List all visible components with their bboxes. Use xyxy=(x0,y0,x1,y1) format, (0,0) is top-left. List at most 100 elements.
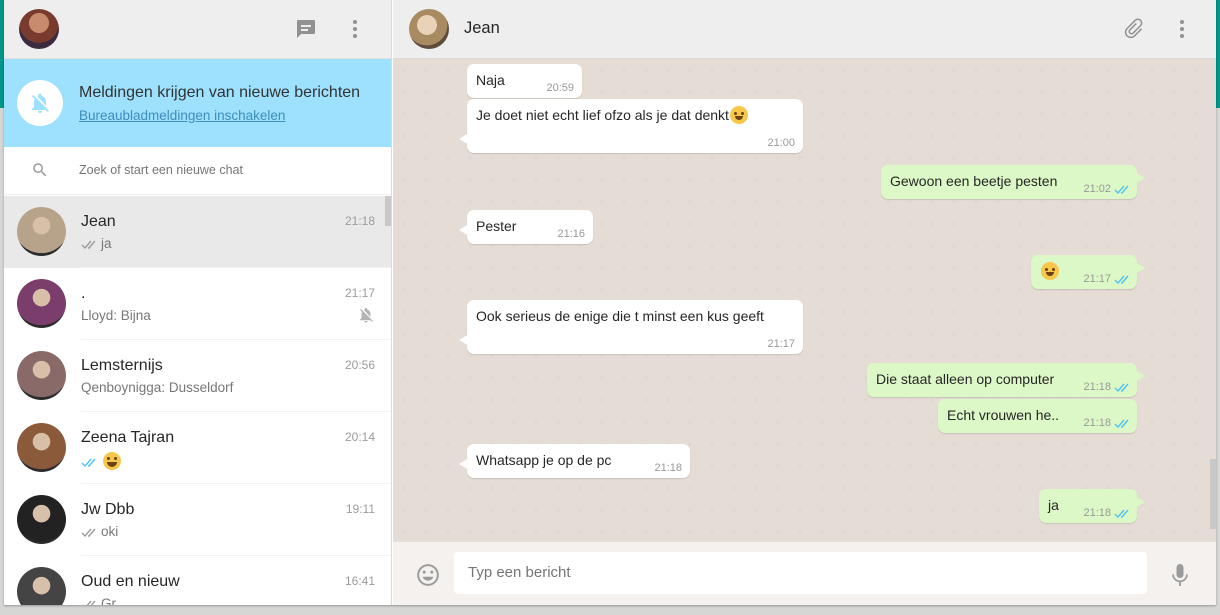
outgoing-message[interactable]: ja 21:18 xyxy=(1039,489,1145,523)
chat-list-item[interactable]: Jw Dbb 19:11 oki xyxy=(4,484,391,556)
grinning-emoji-icon xyxy=(729,105,748,124)
incoming-message[interactable]: Naja 20:59 xyxy=(467,64,582,98)
message-text: Je doet niet echt lief ofzo als je dat d… xyxy=(476,107,729,123)
chat-name: Oud en nieuw xyxy=(81,573,180,590)
double-check-icon xyxy=(81,456,99,467)
double-check-icon xyxy=(81,526,99,538)
contact-avatar[interactable] xyxy=(409,9,449,49)
read-receipt-icon xyxy=(1114,184,1129,195)
message-text: Pester xyxy=(476,218,517,234)
message-time: 21:00 xyxy=(767,137,795,149)
message-text: Echt vrouwen he.. xyxy=(947,407,1060,423)
chat-preview: Lloyd: Bijna xyxy=(81,308,151,323)
contact-name[interactable]: Jean xyxy=(464,19,500,38)
read-receipt-icon xyxy=(1114,274,1129,285)
conversation-header[interactable]: Jean xyxy=(393,0,1216,59)
chat-name: Lemsternijs xyxy=(81,357,163,374)
chat-list-item[interactable]: Oud en nieuw 16:41 Gr xyxy=(4,556,391,605)
outgoing-message[interactable]: 21:17 xyxy=(1031,255,1145,289)
incoming-message[interactable]: Ook serieus de enige die t minst een kus… xyxy=(459,300,803,354)
message-input[interactable] xyxy=(468,564,1128,581)
chat-preview: ja xyxy=(81,236,112,251)
chat-avatar[interactable] xyxy=(17,279,66,328)
menu-icon[interactable] xyxy=(343,17,367,41)
chat-time: 20:14 xyxy=(344,430,375,444)
chat-name: . xyxy=(81,285,86,302)
message-time: 21:16 xyxy=(557,228,585,240)
chat-preview: Qenboynigga: Dusseldorf xyxy=(81,380,233,395)
read-receipt-icon xyxy=(1114,508,1129,519)
paperclip-icon[interactable] xyxy=(1122,17,1146,41)
chat-name: Jw Dbb xyxy=(81,501,135,518)
chat-avatar[interactable] xyxy=(17,567,66,605)
chat-time: 19:11 xyxy=(345,502,375,516)
chat-preview xyxy=(81,452,121,470)
kissing-emoji-icon xyxy=(1041,261,1059,280)
chat-preview-text: ja xyxy=(101,236,112,251)
outgoing-message[interactable]: Echt vrouwen he.. 21:18 xyxy=(938,399,1137,433)
message-text: Naja xyxy=(476,72,505,88)
bell-off-icon xyxy=(17,80,63,126)
chat-preview-text: oki xyxy=(101,524,119,539)
enable-desktop-notifications-link[interactable]: Bureaubladmeldingen inschakelen xyxy=(79,108,285,123)
search-icon xyxy=(31,161,49,179)
message-time: 21:18 xyxy=(1083,507,1111,519)
message-meta: 21:18 xyxy=(1083,417,1129,429)
composer xyxy=(393,541,1216,605)
message-input-wrapper[interactable] xyxy=(454,552,1147,594)
chat-preview-text: Lloyd: Bijna xyxy=(81,308,151,323)
chat-list-item[interactable]: Jean 21:18 ja xyxy=(4,196,391,268)
conversation-menu-icon[interactable] xyxy=(1170,17,1194,41)
conversation-panel: Jean Naja 20:59 Je doet niet echt lief ofz… xyxy=(393,0,1216,605)
message-meta: 21:18 xyxy=(1083,507,1129,519)
chat-preview: oki xyxy=(81,524,118,539)
incoming-message[interactable]: Whatsapp je op de pc 21:18 xyxy=(459,444,690,478)
chat-time: 21:18 xyxy=(344,214,375,228)
chat-time: 20:56 xyxy=(344,358,375,372)
incoming-message[interactable]: Pester 21:16 xyxy=(459,210,593,244)
read-receipt-icon xyxy=(1114,382,1129,393)
message-text: Die staat alleen op computer xyxy=(876,371,1055,387)
chat-list: Jean 21:18 ja. 21:17 Lloyd: Bijna Lemsternijs… xyxy=(4,196,391,605)
chat-preview-text: Gr xyxy=(101,596,116,605)
chat-preview: Gr xyxy=(81,596,116,605)
chat-avatar[interactable] xyxy=(17,495,66,544)
new-chat-icon[interactable] xyxy=(294,17,318,41)
message-meta: 21:18 xyxy=(654,462,682,474)
message-meta: 20:59 xyxy=(546,82,574,94)
my-avatar[interactable] xyxy=(19,9,59,49)
chat-name: Zeena Tajran xyxy=(81,429,175,446)
chat-list-item[interactable]: Zeena Tajran 20:14 xyxy=(4,412,391,484)
chat-time: 16:41 xyxy=(344,574,375,588)
chat-avatar[interactable] xyxy=(17,351,66,400)
incoming-message[interactable]: Je doet niet echt lief ofzo als je dat d… xyxy=(459,99,803,153)
chat-avatar[interactable] xyxy=(17,207,66,256)
search-input[interactable] xyxy=(79,163,359,177)
whatsapp-web-app: Meldingen krijgen van nieuwe berichten B… xyxy=(4,0,1216,605)
message-time: 21:18 xyxy=(1083,417,1111,429)
notification-banner: Meldingen krijgen van nieuwe berichten B… xyxy=(4,59,391,147)
outgoing-message[interactable]: Die staat alleen op computer 21:18 xyxy=(867,363,1145,397)
chat-list-item[interactable]: . 21:17 Lloyd: Bijna xyxy=(4,268,391,340)
message-text: ja xyxy=(1048,497,1059,513)
message-time: 21:18 xyxy=(654,462,682,474)
message-meta: 21:00 xyxy=(767,137,795,149)
message-meta: 21:17 xyxy=(767,338,795,350)
chat-name: Jean xyxy=(81,213,116,230)
message-time: 21:17 xyxy=(1083,273,1111,285)
chat-list-scrollbar[interactable] xyxy=(385,196,391,226)
message-meta: 21:17 xyxy=(1083,273,1129,285)
muted-icon xyxy=(357,306,375,324)
message-meta: 21:18 xyxy=(1083,381,1129,393)
microphone-icon[interactable] xyxy=(1168,562,1192,588)
sidebar: Meldingen krijgen van nieuwe berichten B… xyxy=(4,0,392,605)
chat-avatar[interactable] xyxy=(17,423,66,472)
chat-list-item[interactable]: Lemsternijs 20:56 Qenboynigga: Dusseldorf xyxy=(4,340,391,412)
scrollbar-thumb[interactable] xyxy=(1210,459,1216,529)
chat-time: 21:17 xyxy=(344,286,375,300)
notification-title: Meldingen krijgen van nieuwe berichten xyxy=(79,84,361,101)
message-time: 21:02 xyxy=(1083,183,1111,195)
message-area-scrollbar[interactable] xyxy=(1210,59,1216,541)
emoji-picker-icon[interactable] xyxy=(415,562,441,588)
outgoing-message[interactable]: Gewoon een beetje pesten 21:02 xyxy=(881,165,1145,199)
